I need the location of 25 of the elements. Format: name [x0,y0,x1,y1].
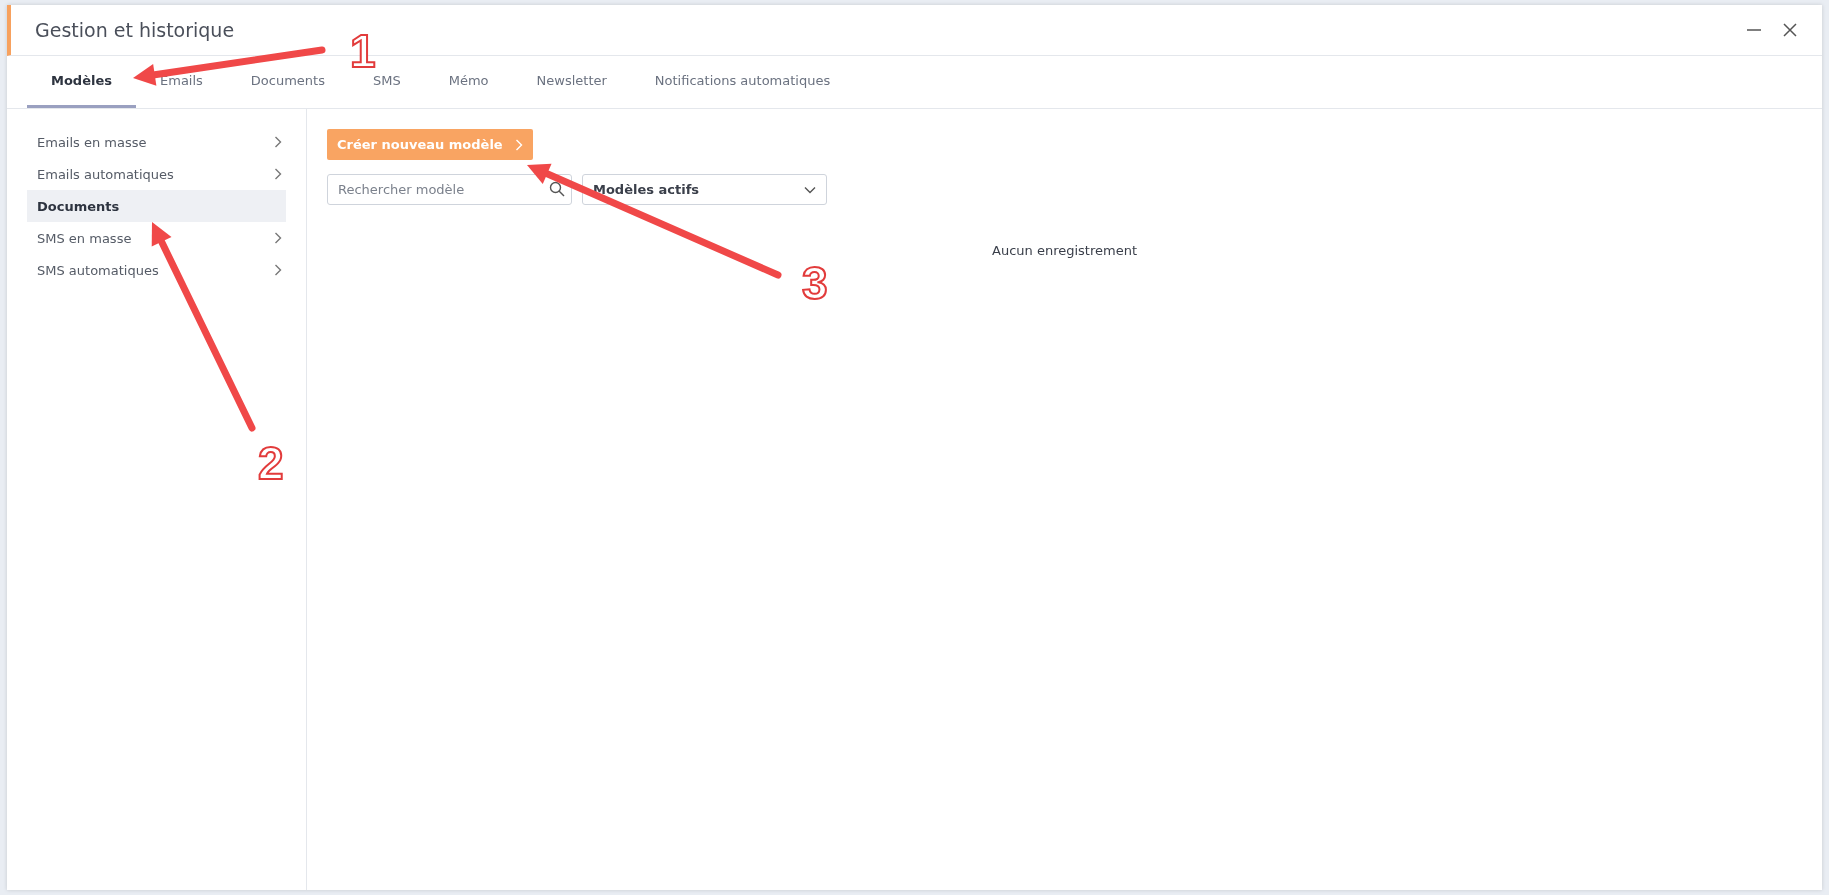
status-dropdown[interactable]: Modèles actifs [582,174,827,205]
tab[interactable]: Newsletter [512,56,631,108]
chevron-right-icon [274,136,282,148]
sidebar-item[interactable]: Emails en masse [27,126,286,158]
chevron-right-icon [274,168,282,180]
sidebar-item[interactable]: SMS automatiques [27,254,286,286]
chevron-right-icon [274,232,282,244]
tab[interactable]: Notifications automatiques [630,56,855,108]
sidebar-item[interactable]: Emails automatiques [27,158,286,190]
sidebar-item[interactable]: Documents [27,190,286,222]
chevron-right-icon [274,264,282,276]
empty-message: Aucun enregistrement [992,243,1137,258]
window-title: Gestion et historique [35,19,236,41]
tab[interactable]: Mémo [424,56,513,108]
chevron-right-icon [514,138,523,151]
sidebar-item[interactable]: SMS en masse [27,222,286,254]
search-field[interactable]: Rechercher modèle [327,174,572,205]
tab[interactable]: Documents [226,56,349,108]
chevron-down-icon [804,185,816,194]
search-icon [549,181,565,197]
annotation-number: 1 [350,28,376,74]
annotation-number: 2 [258,440,284,486]
annotation-number: 3 [802,260,828,306]
tab[interactable]: Emails [136,56,227,108]
tab[interactable]: Modèles [27,56,136,108]
